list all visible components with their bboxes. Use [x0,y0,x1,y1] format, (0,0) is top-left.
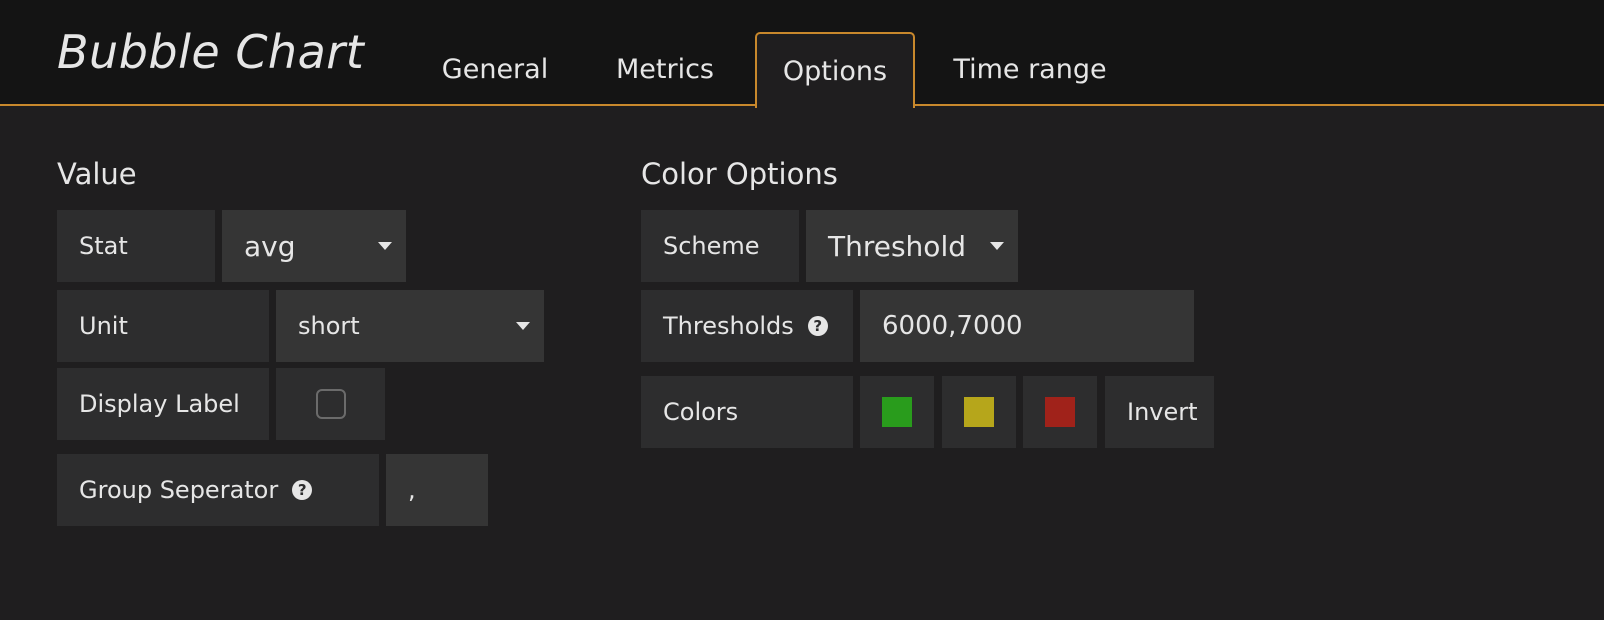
group-separator-input[interactable]: , [386,454,488,526]
colors-label: Colors [641,376,853,448]
thresholds-label-text: Thresholds [663,312,794,340]
thresholds-input[interactable]: 6000,7000 [860,290,1194,362]
tab-general[interactable]: General [420,32,570,106]
color-swatch-2[interactable] [942,376,1016,448]
unit-select[interactable]: short [276,290,544,362]
scheme-select[interactable]: Threshold [806,210,1018,282]
color-options-section-title: Color Options [641,157,838,191]
invert-button-label: Invert [1127,398,1198,426]
thresholds-value: 6000,7000 [882,311,1023,341]
caret-down-icon [990,242,1004,250]
color-swatch-1[interactable] [860,376,934,448]
group-separator-label-text: Group Seperator [79,476,279,504]
stat-select-value: avg [244,229,296,263]
scheme-select-value: Threshold [828,229,966,263]
display-label-text: Display Label [79,390,240,418]
stat-label-text: Stat [79,232,128,260]
scheme-label-text: Scheme [663,232,760,260]
stat-select[interactable]: avg [222,210,406,282]
color-swatch-green[interactable] [882,397,912,427]
tab-label: General [441,53,549,85]
tab-options[interactable]: Options [755,32,915,108]
color-swatch-3[interactable] [1023,376,1097,448]
color-swatch-red[interactable] [1045,397,1075,427]
invert-button[interactable]: Invert [1105,376,1214,448]
value-section-title: Value [57,157,137,191]
group-separator-value: , [408,476,416,504]
thresholds-label: Thresholds ? [641,290,853,362]
panel-title: Bubble Chart [57,25,365,79]
stat-label: Stat [57,210,215,282]
question-circle-icon[interactable]: ? [807,316,828,336]
tab-time-range[interactable]: Time range [935,32,1125,106]
color-swatch-yellow[interactable] [964,397,994,427]
colors-label-text: Colors [663,398,739,426]
display-label-label: Display Label [57,368,269,440]
question-circle-icon[interactable]: ? [292,480,313,500]
tab-label: Metrics [615,53,714,85]
unit-label: Unit [57,290,269,362]
unit-label-text: Unit [79,312,128,340]
unit-select-value: short [298,312,360,340]
tab-metrics[interactable]: Metrics [590,32,740,106]
panel-header: Bubble Chart General Metrics Options Tim… [0,0,1604,108]
scheme-label: Scheme [641,210,799,282]
group-separator-label: Group Seperator ? [57,454,379,526]
display-label-checkbox-box[interactable] [276,368,385,440]
caret-down-icon [516,322,530,330]
tab-label: Options [782,55,888,87]
display-label-checkbox[interactable] [315,389,346,419]
caret-down-icon [378,242,392,250]
tab-label: Time range [953,53,1107,85]
